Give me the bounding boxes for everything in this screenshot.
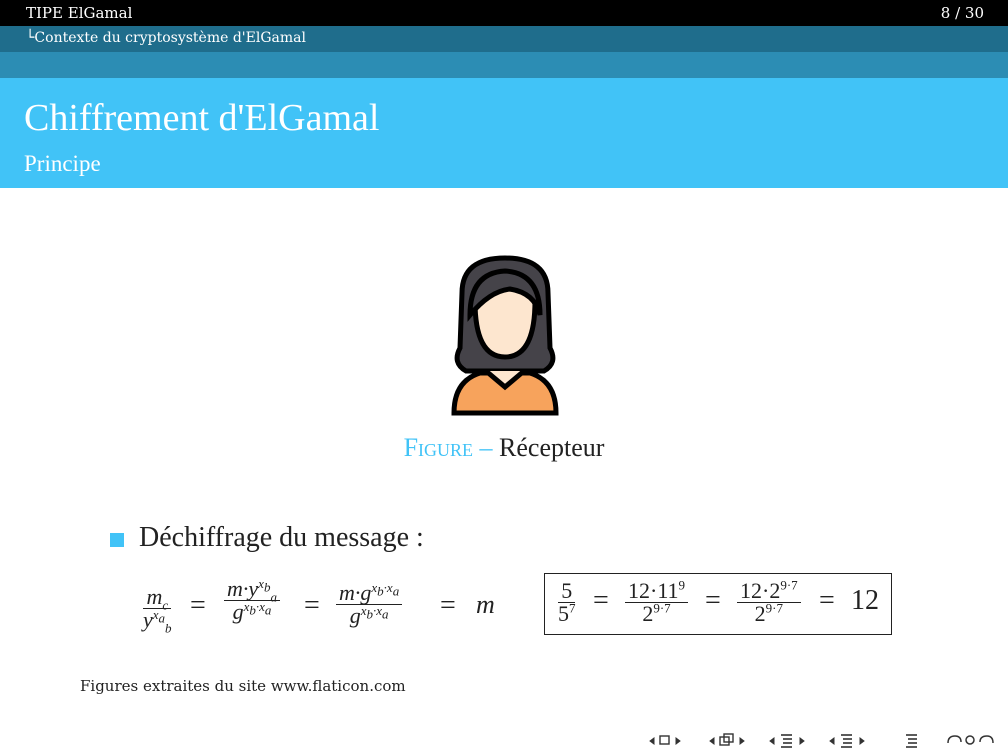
nav-contents-icon[interactable] [906, 734, 917, 748]
nav-next-section-icon[interactable] [799, 737, 805, 745]
example-fraction-2: 12·119 29·7 [625, 579, 689, 625]
nav-forward-icon[interactable] [979, 735, 994, 744]
nav-subsection-icon[interactable] [719, 733, 734, 746]
example-fraction-3: 12·29·7 29·7 [737, 579, 801, 625]
figure-caption: Figure – Récepteur [0, 433, 1008, 463]
page-counter: 8 / 30 [940, 4, 984, 22]
beamer-navigation [649, 733, 994, 748]
section-title: └Contexte du cryptosystème d'ElGamal [26, 30, 306, 46]
formula-fraction-2: m·yxba gxb·xa [224, 577, 280, 623]
nav-prev-frame-icon[interactable] [649, 737, 655, 745]
nav-section-icon[interactable] [781, 734, 792, 748]
formula-fraction-1: mc yxab [143, 584, 172, 636]
footnote: Figures extraites du site www.flaticon.c… [80, 677, 406, 695]
formula-fraction-3: m·gxb·xa gxb·xa [336, 581, 403, 627]
bullet-text: Déchiffrage du message : [139, 522, 424, 553]
nav-next-doc-icon[interactable] [859, 737, 865, 745]
section-bar: └Contexte du cryptosystème d'ElGamal [0, 26, 1008, 52]
nav-search-icon[interactable] [965, 735, 975, 745]
nav-next-subsection-icon[interactable] [739, 737, 745, 745]
nav-prev-doc-icon[interactable] [829, 737, 835, 745]
frame-subtitle: Principe [24, 151, 101, 176]
nav-back-icon[interactable] [947, 735, 962, 744]
nav-prev-section-icon[interactable] [769, 737, 775, 745]
decryption-formula: mc yxab = m·yxba gxb·xa = m·gxb·xa gxb·x… [140, 572, 520, 642]
nav-frame-icon[interactable] [659, 735, 670, 745]
example-fraction-1: 5 57 [558, 578, 576, 626]
numeric-example-box: 5 57 = 12·119 29·7 = 12·29·7 29·7 = 12 [544, 573, 892, 635]
figure-caption-text: Récepteur [492, 433, 605, 462]
header-bar: TIPE ElGamal 8 / 30 [0, 0, 1008, 26]
frame-title: Chiffrement d'ElGamal [24, 97, 380, 139]
nav-doc-icon[interactable] [841, 734, 852, 748]
nav-prev-subsection-icon[interactable] [709, 737, 715, 745]
presentation-title: TIPE ElGamal [26, 4, 133, 22]
nav-next-frame-icon[interactable] [675, 737, 681, 745]
formula-result: m [476, 590, 495, 619]
subsection-bar [0, 52, 1008, 78]
woman-avatar-icon [451, 255, 559, 416]
example-result: 12 [851, 585, 879, 616]
bullet-marker [110, 533, 124, 547]
frame-title-bar: Chiffrement d'ElGamal Principe [0, 78, 1008, 188]
figure-label: Figure – [403, 433, 493, 462]
